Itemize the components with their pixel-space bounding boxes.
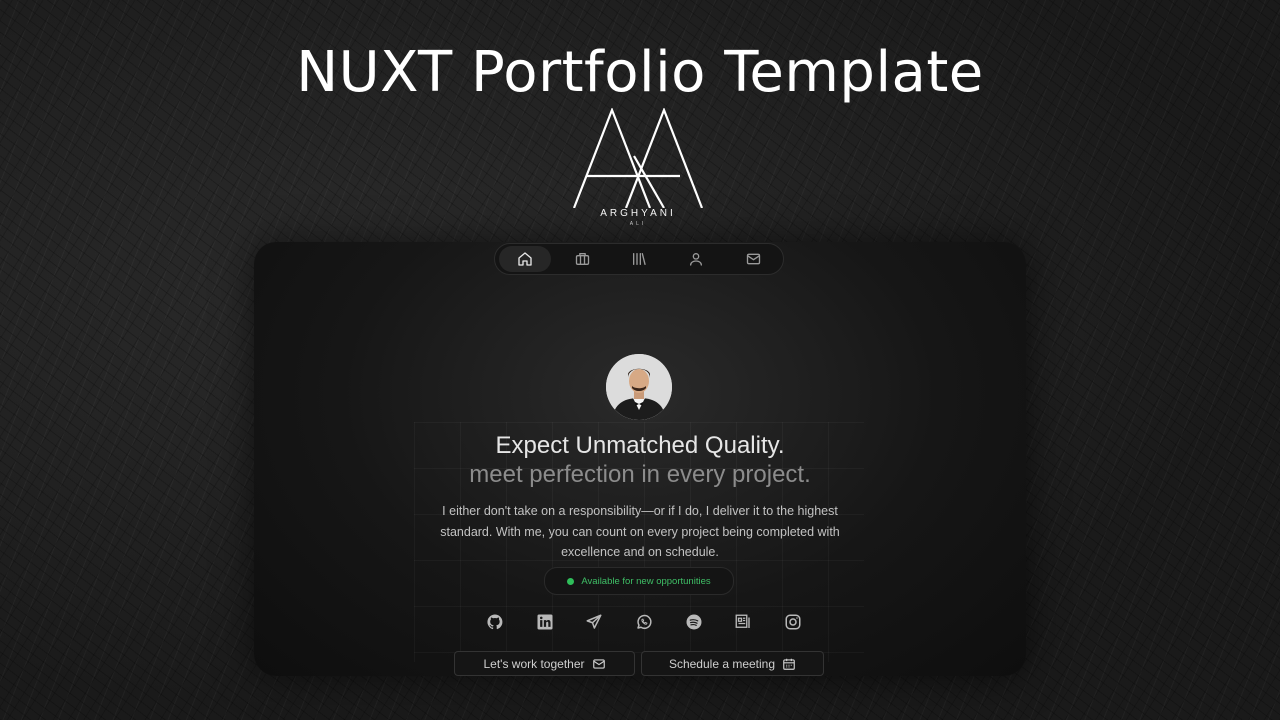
hero-title: Expect Unmatched Quality. bbox=[495, 432, 785, 459]
home-icon bbox=[518, 252, 532, 266]
github-icon bbox=[487, 614, 503, 630]
hero-subtitle: meet perfection in every project. bbox=[469, 461, 811, 488]
schedule-meeting-label: Schedule a meeting bbox=[668, 656, 776, 671]
instagram-icon bbox=[785, 614, 801, 630]
nav-library[interactable] bbox=[613, 246, 665, 272]
linkedin-icon bbox=[537, 614, 553, 630]
whatsapp-icon bbox=[637, 614, 652, 629]
telegram-link[interactable] bbox=[583, 611, 605, 633]
work-together-button[interactable]: Let's work together bbox=[454, 651, 635, 676]
instagram-link[interactable] bbox=[782, 611, 804, 633]
spotify-icon bbox=[686, 614, 702, 630]
nav-about[interactable] bbox=[670, 246, 722, 272]
logo-subname: ALI bbox=[629, 221, 647, 227]
brand-logo: ARGHYANI ALI bbox=[572, 108, 704, 232]
status-dot-icon bbox=[567, 577, 575, 585]
telegram-icon bbox=[586, 614, 602, 629]
status-badge: Available for new opportunities bbox=[544, 567, 734, 595]
logo-mark-icon bbox=[572, 108, 704, 208]
portfolio-preview: Expect Unmatched Quality. meet perfectio… bbox=[254, 242, 1026, 676]
nav-contact[interactable] bbox=[727, 246, 779, 272]
linkedin-link[interactable] bbox=[534, 611, 556, 633]
social-links bbox=[484, 609, 804, 635]
hero-description: I either don't take on a responsibility—… bbox=[440, 504, 840, 559]
mail-icon bbox=[746, 253, 760, 265]
briefcase-icon bbox=[575, 253, 589, 265]
nav-home[interactable] bbox=[499, 246, 551, 272]
library-icon bbox=[633, 253, 646, 265]
logo-name: ARGHYANI bbox=[600, 208, 676, 219]
calendar-icon bbox=[783, 658, 795, 670]
github-link[interactable] bbox=[484, 611, 506, 633]
whatsapp-link[interactable] bbox=[633, 611, 655, 633]
profile-photo-icon bbox=[606, 354, 672, 420]
user-icon bbox=[690, 252, 702, 266]
work-together-label: Let's work together bbox=[483, 656, 585, 671]
mail-icon bbox=[592, 658, 605, 669]
spotify-link[interactable] bbox=[683, 611, 705, 633]
avatar bbox=[606, 354, 672, 420]
page-headline: NUXT Portfolio Template bbox=[296, 40, 984, 105]
blog-link[interactable] bbox=[732, 611, 754, 633]
status-text: Available for new opportunities bbox=[581, 575, 711, 587]
top-navbar bbox=[494, 243, 784, 275]
blog-icon bbox=[735, 614, 750, 628]
nav-work[interactable] bbox=[556, 246, 608, 272]
schedule-meeting-button[interactable]: Schedule a meeting bbox=[641, 651, 824, 676]
